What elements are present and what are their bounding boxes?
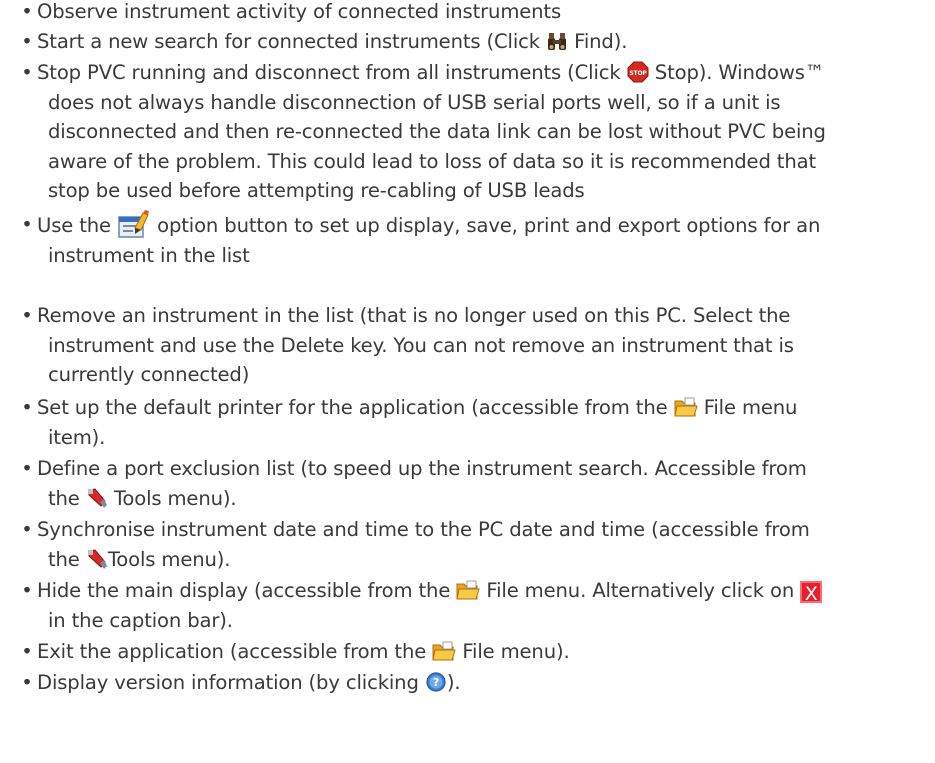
bullet-dot: •: [21, 579, 33, 602]
item-text: instrument and use the Delete key. You c…: [48, 333, 794, 357]
list-item: • Remove an instrument in the list (that…: [21, 301, 927, 390]
item-text: File menu: [703, 396, 798, 419]
list-item: • Define a port exclusion list (to speed…: [21, 454, 927, 513]
item-text: currently connected): [48, 363, 250, 386]
item-text: aware of the problem. This could lead to…: [48, 149, 816, 173]
item-text: Find).: [574, 30, 628, 53]
item-text: stop be used before attempting re-cablin…: [48, 179, 585, 202]
list-item: • Display version information (by clicki…: [21, 668, 927, 698]
bullet-dot: •: [21, 396, 33, 419]
tools-icon: [86, 548, 108, 570]
item-text: instrument in the list: [48, 243, 250, 267]
item-text: Remove an instrument in the list (that i…: [37, 304, 791, 327]
list-item: • Synchronise instrument date and time t…: [21, 515, 927, 574]
item-text: Synchronise instrument date and time to …: [37, 518, 810, 541]
svg-text:?: ?: [433, 676, 439, 689]
list-item: • Set up the default printer for the app…: [21, 393, 927, 452]
bullet-dot: •: [21, 518, 33, 541]
close-icon: X: [800, 581, 823, 605]
item-text: Stop). Windows™: [654, 61, 825, 84]
list-item: • Use the option button to set up displa…: [21, 210, 927, 270]
item-text: Hide the main display (accessible from t…: [37, 579, 451, 602]
item-text: ).: [446, 671, 461, 694]
list-item: • Hide the main display (accessible from…: [21, 576, 927, 635]
folder-icon: [456, 579, 481, 601]
bullet-dot: •: [21, 671, 33, 694]
bullet-dot: •: [21, 61, 33, 84]
list-item: • Start a new search for connected instr…: [21, 27, 927, 57]
item-text: Stop PVC running and disconnect from all…: [37, 61, 621, 84]
item-text: Tools menu).: [113, 486, 237, 510]
item-text: Display version information (by clicking: [37, 671, 419, 694]
item-text: in the caption bar).: [48, 608, 233, 632]
svg-text:STOP: STOP: [629, 70, 647, 77]
stop-sign-icon: STOP: [627, 61, 649, 83]
list-item: • Stop PVC running and disconnect from a…: [21, 58, 927, 206]
item-text: item).: [48, 425, 106, 449]
item-text: Define a port exclusion list (to speed u…: [37, 457, 807, 480]
help-icon: ?: [425, 671, 447, 693]
item-text: Set up the default printer for the appli…: [37, 396, 668, 419]
item-text: Tools menu).: [107, 547, 231, 571]
binoculars-icon: [546, 32, 568, 52]
item-text: File menu).: [462, 640, 570, 663]
item-text: option button to set up display, save, p…: [157, 214, 821, 237]
item-text: Exit the application (accessible from th…: [37, 640, 427, 663]
bullet-dot: •: [21, 30, 33, 53]
list-item: • Exit the application (accessible from …: [21, 637, 927, 667]
bullet-dot: •: [21, 213, 33, 236]
folder-icon: [673, 396, 698, 418]
bullet-dot: •: [21, 304, 33, 327]
item-text: the: [48, 547, 80, 571]
options-icon: [117, 210, 151, 240]
bullet-dot: •: [21, 0, 33, 23]
item-text: File menu. Alternatively click on: [486, 579, 795, 602]
bullet-dot: •: [21, 457, 33, 480]
item-text: Observe instrument activity of connected…: [37, 0, 562, 23]
list-item: • Observe instrument activity of connect…: [21, 0, 927, 27]
item-text: Use the: [37, 214, 111, 237]
item-text: does not always handle disconnection of …: [48, 90, 781, 114]
item-text: disconnected and then re-connected the d…: [48, 120, 826, 143]
tools-icon: [86, 487, 108, 509]
bullet-dot: •: [21, 640, 33, 663]
item-text: Start a new search for connected instrum…: [37, 30, 540, 53]
folder-icon: [432, 640, 456, 662]
item-text: the: [48, 486, 80, 510]
